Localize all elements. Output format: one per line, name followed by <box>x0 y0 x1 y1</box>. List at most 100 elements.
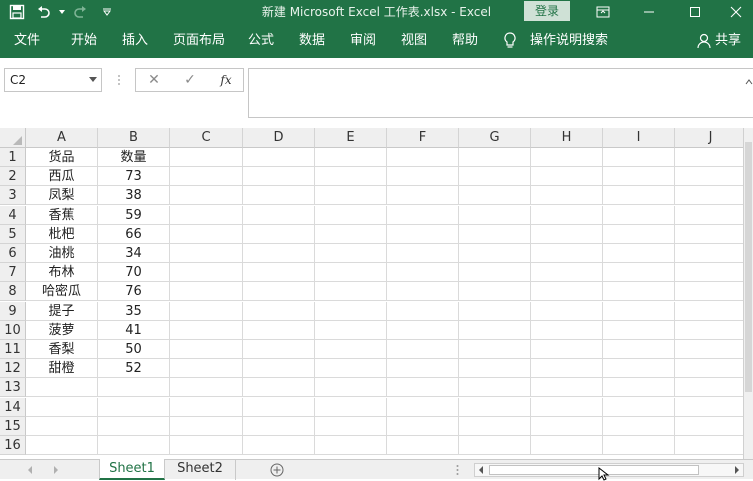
cell-f13[interactable] <box>387 378 459 398</box>
cell-e1[interactable] <box>315 148 387 167</box>
sheet-tab-sheet2[interactable]: Sheet2 <box>165 459 236 480</box>
cell-i7[interactable] <box>603 263 675 283</box>
cell-c1[interactable] <box>170 148 243 167</box>
cell-d9[interactable] <box>243 301 315 321</box>
minimize-icon[interactable] <box>626 0 672 24</box>
cell-f4[interactable] <box>387 205 459 225</box>
cell-c14[interactable] <box>170 397 243 417</box>
cell-i13[interactable] <box>603 378 675 398</box>
cell-a15[interactable] <box>26 416 98 436</box>
sheet-tab-sheet1[interactable]: Sheet1 <box>99 459 165 480</box>
cell-h12[interactable] <box>531 359 603 379</box>
cell-b12[interactable]: 52 <box>98 359 170 379</box>
cell-e2[interactable] <box>315 167 387 187</box>
cell-h15[interactable] <box>531 416 603 436</box>
save-icon[interactable] <box>6 1 28 23</box>
cell-i3[interactable] <box>603 186 675 206</box>
cell-d11[interactable] <box>243 340 315 359</box>
cell-d2[interactable] <box>243 167 315 187</box>
ribbon-display-options-icon[interactable] <box>580 0 626 24</box>
cell-i2[interactable] <box>603 167 675 187</box>
row-header-10[interactable]: 10 <box>0 320 26 340</box>
cell-f3[interactable] <box>387 186 459 206</box>
cell-f15[interactable] <box>387 416 459 436</box>
cell-i8[interactable] <box>603 282 675 302</box>
cell-h2[interactable] <box>531 167 603 187</box>
cell-f9[interactable] <box>387 301 459 321</box>
splitter-handle-icon[interactable] <box>456 464 459 479</box>
cell-f2[interactable] <box>387 167 459 187</box>
cell-d14[interactable] <box>243 397 315 417</box>
cell-c16[interactable] <box>170 436 243 455</box>
tab-data[interactable]: 数据 <box>299 24 325 58</box>
row-header-8[interactable]: 8 <box>0 282 26 302</box>
cell-a2[interactable]: 西瓜 <box>26 167 98 187</box>
cell-e3[interactable] <box>315 186 387 206</box>
row-header-13[interactable]: 13 <box>0 378 26 398</box>
tab-formulas[interactable]: 公式 <box>248 24 274 58</box>
cell-h9[interactable] <box>531 301 603 321</box>
cell-c8[interactable] <box>170 282 243 302</box>
row-header-15[interactable]: 15 <box>0 416 26 436</box>
cell-g14[interactable] <box>459 397 531 417</box>
cell-h11[interactable] <box>531 340 603 359</box>
cell-b11[interactable]: 50 <box>98 340 170 359</box>
cell-g8[interactable] <box>459 282 531 302</box>
row-header-11[interactable]: 11 <box>0 340 26 359</box>
cell-h14[interactable] <box>531 397 603 417</box>
tab-insert[interactable]: 插入 <box>122 24 148 58</box>
cell-i16[interactable] <box>603 436 675 455</box>
cell-b15[interactable] <box>98 416 170 436</box>
select-all-corner[interactable] <box>0 128 26 148</box>
cell-f5[interactable] <box>387 224 459 244</box>
cell-a1[interactable]: 货品 <box>26 148 98 167</box>
cell-h8[interactable] <box>531 282 603 302</box>
cell-b5[interactable]: 66 <box>98 224 170 244</box>
cell-b2[interactable]: 73 <box>98 167 170 187</box>
cell-h4[interactable] <box>531 205 603 225</box>
cell-g13[interactable] <box>459 378 531 398</box>
add-sheet-icon[interactable] <box>270 463 284 480</box>
cell-g7[interactable] <box>459 263 531 283</box>
cell-c15[interactable] <box>170 416 243 436</box>
cell-g16[interactable] <box>459 436 531 455</box>
cell-d4[interactable] <box>243 205 315 225</box>
cell-b1[interactable]: 数量 <box>98 148 170 167</box>
cell-c10[interactable] <box>170 320 243 340</box>
cell-a9[interactable]: 提子 <box>26 301 98 321</box>
row-header-5[interactable]: 5 <box>0 224 26 244</box>
formula-input[interactable] <box>248 68 753 118</box>
cell-i1[interactable] <box>603 148 675 167</box>
cell-j14[interactable] <box>675 397 747 417</box>
cell-i10[interactable] <box>603 320 675 340</box>
cell-a7[interactable]: 布林 <box>26 263 98 283</box>
vertical-scrollbar[interactable] <box>743 128 753 459</box>
cell-j12[interactable] <box>675 359 747 379</box>
cell-a13[interactable] <box>26 378 98 398</box>
cell-d10[interactable] <box>243 320 315 340</box>
column-header-h[interactable]: H <box>531 128 603 148</box>
column-header-g[interactable]: G <box>459 128 531 148</box>
cell-c13[interactable] <box>170 378 243 398</box>
row-header-2[interactable]: 2 <box>0 167 26 187</box>
cell-a12[interactable]: 甜橙 <box>26 359 98 379</box>
cell-c3[interactable] <box>170 186 243 206</box>
cell-e13[interactable] <box>315 378 387 398</box>
cell-a16[interactable] <box>26 436 98 455</box>
row-header-6[interactable]: 6 <box>0 244 26 263</box>
lightbulb-icon[interactable] <box>503 24 519 58</box>
cell-i6[interactable] <box>603 244 675 263</box>
cell-d6[interactable] <box>243 244 315 263</box>
cell-g3[interactable] <box>459 186 531 206</box>
cell-i15[interactable] <box>603 416 675 436</box>
cell-d13[interactable] <box>243 378 315 398</box>
cell-g5[interactable] <box>459 224 531 244</box>
insert-function-button[interactable]: fx <box>210 69 242 91</box>
row-header-7[interactable]: 7 <box>0 263 26 283</box>
cell-a5[interactable]: 枇杷 <box>26 224 98 244</box>
tab-review[interactable]: 审阅 <box>350 24 376 58</box>
cell-d5[interactable] <box>243 224 315 244</box>
column-header-c[interactable]: C <box>170 128 243 148</box>
row-header-12[interactable]: 12 <box>0 359 26 379</box>
cell-i11[interactable] <box>603 340 675 359</box>
